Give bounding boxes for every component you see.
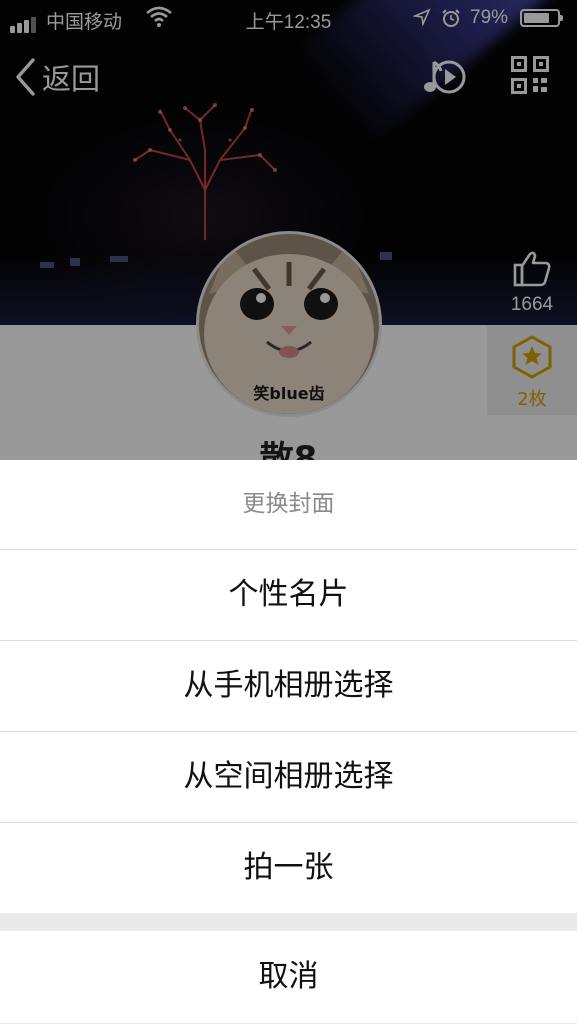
action-sheet-title: 更换封面 xyxy=(0,460,577,550)
option-take-photo[interactable]: 拍一张 xyxy=(0,823,577,913)
cancel-button[interactable]: 取消 xyxy=(0,931,577,1023)
option-choose-from-qzone-album[interactable]: 从空间相册选择 xyxy=(0,732,577,823)
option-personal-card[interactable]: 个性名片 xyxy=(0,550,577,641)
action-sheet: 更换封面 个性名片 从手机相册选择 从空间相册选择 拍一张 取消 xyxy=(0,460,577,1024)
option-choose-from-phone-album[interactable]: 从手机相册选择 xyxy=(0,641,577,732)
action-sheet-separator xyxy=(0,913,577,931)
action-sheet-options: 更换封面 个性名片 从手机相册选择 从空间相册选择 拍一张 xyxy=(0,460,577,913)
